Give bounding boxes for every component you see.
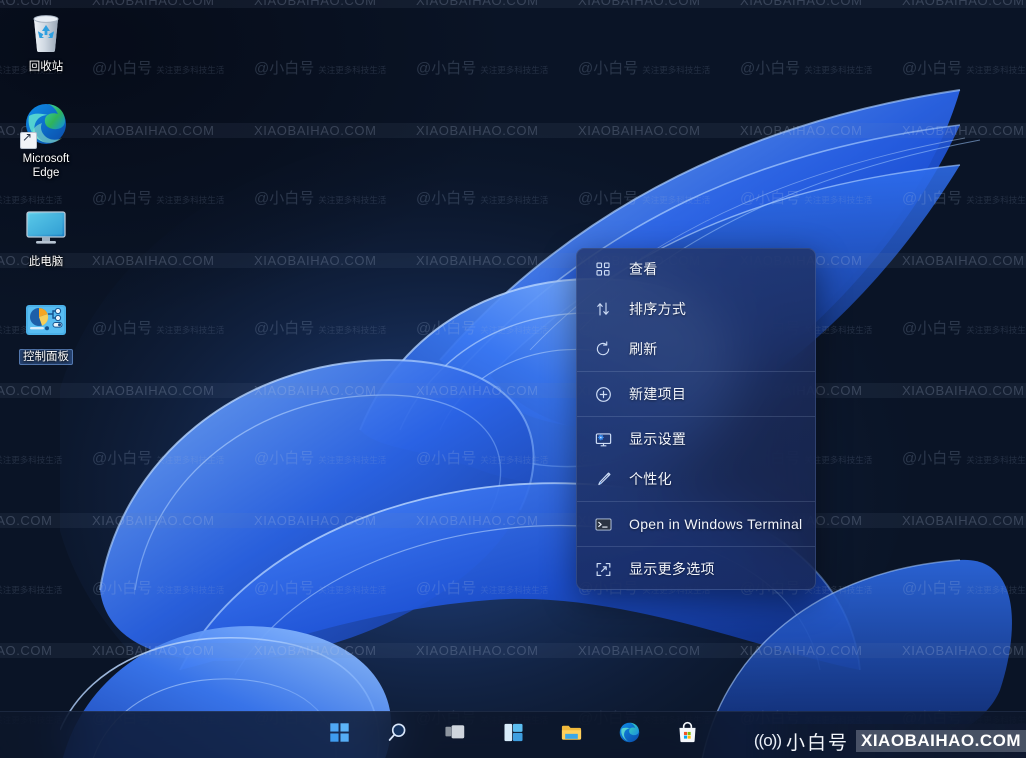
brand-cn-name: 小白号 bbox=[785, 732, 849, 754]
search-icon bbox=[386, 721, 409, 749]
context-menu-item-1[interactable]: 排序方式 bbox=[577, 289, 815, 329]
desktop-icon-label: Microsoft Edge bbox=[22, 153, 70, 179]
store-button[interactable] bbox=[672, 720, 702, 750]
desktop-icon-microsoft-edge[interactable]: Microsoft Edge bbox=[8, 100, 84, 180]
context-menu-item-label: 新建项目 bbox=[629, 386, 687, 402]
personalize-brush-icon bbox=[591, 467, 615, 491]
context-menu-item-6[interactable]: Open in Windows Terminal bbox=[577, 504, 815, 544]
widgets-icon bbox=[502, 721, 525, 749]
context-menu-item-label: Open in Windows Terminal bbox=[629, 516, 803, 532]
desktop-wallpaper bbox=[0, 0, 1026, 758]
search-button[interactable] bbox=[382, 720, 412, 750]
refresh-icon bbox=[591, 337, 615, 361]
widgets-button[interactable] bbox=[498, 720, 528, 750]
file-explorer-button[interactable] bbox=[556, 720, 586, 750]
sort-arrows-icon bbox=[591, 297, 615, 321]
desktop-icon-recycle-bin[interactable]: 回收站 bbox=[8, 8, 84, 74]
edge-button[interactable] bbox=[614, 720, 644, 750]
desktop-icon-label: 此电脑 bbox=[28, 256, 64, 268]
show-more-options-icon bbox=[591, 557, 615, 581]
windows-terminal-icon bbox=[591, 512, 615, 536]
desktop-icon-control-panel[interactable]: 控制面板 bbox=[8, 297, 84, 365]
control-panel-icon bbox=[22, 297, 70, 345]
microsoft-store-icon bbox=[676, 721, 699, 749]
context-menu-item-7[interactable]: 显示更多选项 bbox=[577, 549, 815, 589]
desktop-icon-this-pc[interactable]: 此电脑 bbox=[8, 203, 84, 269]
context-menu-item-label: 排序方式 bbox=[629, 301, 687, 317]
desktop-icon-label: 回收站 bbox=[28, 61, 64, 73]
context-menu-item-label: 显示更多选项 bbox=[629, 561, 715, 577]
context-menu-item-2[interactable]: 刷新 bbox=[577, 329, 815, 369]
task-view-icon bbox=[444, 721, 467, 749]
brand-domain: XIAOBAIHAO.COM bbox=[856, 730, 1026, 752]
context-menu-item-label: 显示设置 bbox=[629, 431, 687, 447]
display-settings-icon bbox=[591, 427, 615, 451]
folder-icon bbox=[560, 721, 583, 749]
context-menu-item-0[interactable]: 查看 bbox=[577, 249, 815, 289]
context-menu-separator bbox=[577, 371, 815, 372]
context-menu-separator bbox=[577, 546, 815, 547]
context-menu-item-label: 查看 bbox=[629, 261, 658, 277]
edge-icon bbox=[618, 721, 641, 749]
shortcut-arrow-icon bbox=[20, 130, 37, 149]
context-menu-item-3[interactable]: 新建项目 bbox=[577, 374, 815, 414]
desktop-icon-label: 控制面板 bbox=[19, 349, 73, 365]
brand-watermark-logo: ((o)) 小白号 XIAOBAIHAO.COM bbox=[745, 724, 1026, 758]
task-view-button[interactable] bbox=[440, 720, 470, 750]
new-item-plus-icon bbox=[591, 382, 615, 406]
context-menu-item-4[interactable]: 显示设置 bbox=[577, 419, 815, 459]
context-menu-item-label: 个性化 bbox=[629, 471, 672, 487]
view-grid-icon bbox=[591, 257, 615, 281]
desktop-screen: XIAOBAIHAO.COMXIAOBAIHAO.COMXIAOBAIHAO.C… bbox=[0, 0, 1026, 758]
context-menu-separator bbox=[577, 501, 815, 502]
start-button[interactable] bbox=[324, 720, 354, 750]
this-pc-icon bbox=[22, 203, 70, 251]
recycle-bin-icon bbox=[22, 8, 70, 56]
desktop-context-menu[interactable]: 查看 排序方式 刷新 新建项目 显示设置 个性化 Open in Windows… bbox=[576, 248, 816, 590]
bloom-wallpaper-art bbox=[60, 89, 1012, 758]
context-menu-item-label: 刷新 bbox=[629, 341, 658, 357]
context-menu-item-5[interactable]: 个性化 bbox=[577, 459, 815, 499]
signal-wave-icon: ((o)) bbox=[753, 731, 782, 750]
windows-logo-icon bbox=[328, 721, 351, 749]
context-menu-separator bbox=[577, 416, 815, 417]
microsoft-edge-icon bbox=[20, 100, 70, 149]
